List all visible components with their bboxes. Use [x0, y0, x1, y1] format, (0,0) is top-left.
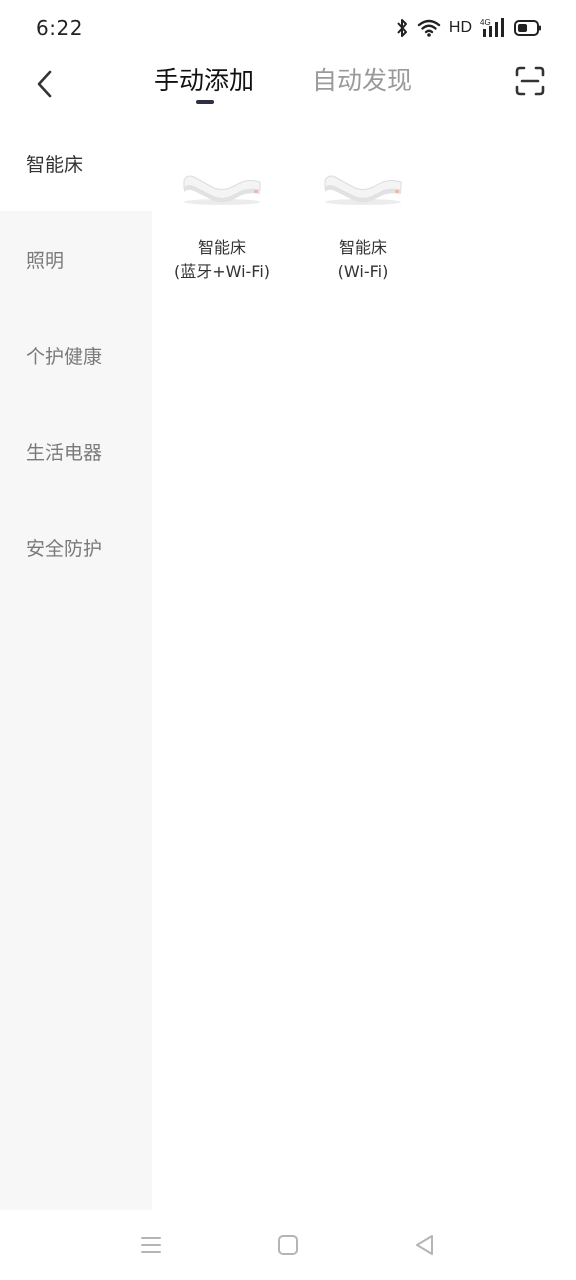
status-icons: HD 4G [395, 16, 542, 40]
sidebar-item-lighting[interactable]: 照明 [0, 211, 152, 307]
home-button[interactable] [275, 1232, 301, 1258]
smart-bed-icon [183, 175, 261, 205]
menu-icon [141, 1237, 161, 1253]
category-sidebar: 智能床 照明 个护健康 生活电器 安全防护 [0, 115, 152, 1210]
tab-auto-discover[interactable]: 自动发现 [312, 64, 412, 98]
signal-icon: 4G [480, 17, 506, 39]
scan-button[interactable] [514, 65, 546, 97]
sidebar-item-smart-bed[interactable]: 智能床 [0, 115, 152, 211]
tab-manual-add[interactable]: 手动添加 [154, 64, 254, 98]
home-icon [278, 1235, 298, 1255]
battery-icon [514, 19, 542, 37]
tab-indicator [196, 100, 214, 104]
nav-back-button[interactable] [412, 1232, 438, 1258]
status-bar: 6:22 HD 4G [0, 0, 576, 56]
sidebar-item-home-appliances[interactable]: 生活电器 [0, 403, 152, 499]
device-name-line2: (Wi-Fi) [337, 262, 389, 281]
device-name-line1: 智能床 [197, 238, 246, 257]
back-triangle-icon [416, 1235, 433, 1255]
status-time: 6:22 [36, 16, 83, 40]
device-card-smart-bed-bt-wifi[interactable]: 智能床 (蓝牙+Wi-Fi) [157, 168, 287, 284]
bluetooth-icon [395, 18, 409, 38]
device-name: 智能床 (Wi-Fi) [298, 236, 428, 284]
menu-button[interactable] [138, 1232, 164, 1258]
back-button[interactable] [30, 64, 60, 104]
sidebar-item-security[interactable]: 安全防护 [0, 499, 152, 595]
system-nav-bar [0, 1210, 576, 1280]
scan-icon [515, 66, 545, 96]
signal-label: 4G [480, 18, 491, 27]
device-name-line2: (蓝牙+Wi-Fi) [173, 262, 271, 281]
wifi-icon [417, 18, 441, 38]
smart-bed-icon [324, 175, 402, 205]
network-type-label: HD [448, 19, 472, 36]
header: 手动添加 自动发现 [0, 56, 576, 112]
sidebar-item-personal-care[interactable]: 个护健康 [0, 307, 152, 403]
device-name: 智能床 (蓝牙+Wi-Fi) [157, 236, 287, 284]
chevron-left-icon [37, 70, 52, 98]
device-card-smart-bed-wifi[interactable]: 智能床 (Wi-Fi) [298, 168, 428, 284]
device-name-line1: 智能床 [338, 238, 387, 257]
